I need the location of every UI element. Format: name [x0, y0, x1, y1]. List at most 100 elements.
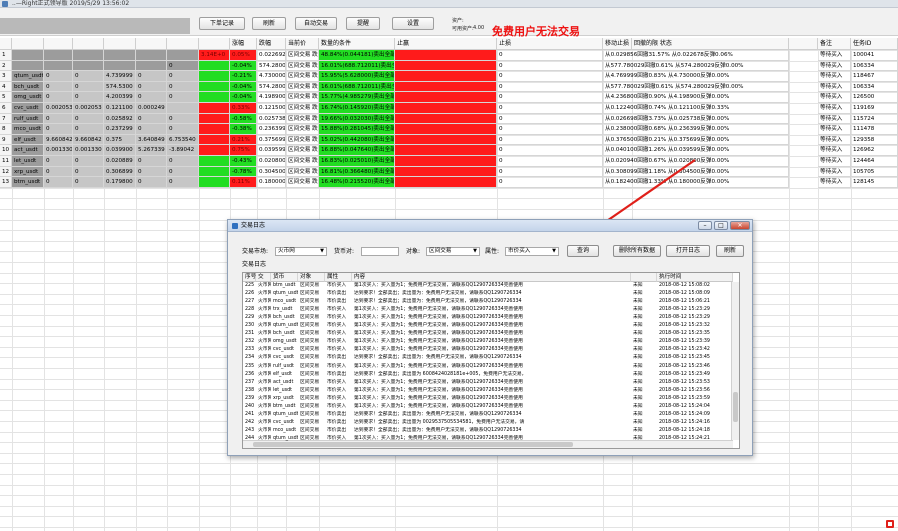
value-cell[interactable] [104, 50, 136, 61]
symbol-cell[interactable]: rulf_usdt [12, 113, 44, 125]
retrace-status-cell[interactable]: 从577.780029回撤0.61% 从574.280029反弹0.00% [603, 81, 789, 93]
column-header[interactable]: 止赢 [395, 38, 497, 50]
symbol-cell[interactable] [12, 50, 44, 61]
symbol-cell[interactable]: qtum_usdt [12, 71, 44, 82]
table-row[interactable]: 9 elf_usdt 9.660842 9.660842 0.375 3.640849 6.… [0, 134, 898, 146]
stop-loss-cell[interactable] [395, 103, 497, 114]
note-cell[interactable]: 等待买入 [818, 71, 851, 82]
log-row[interactable]: 232 火币网 omg_usdt 区间交易 市价买入 第1次买入：买入量为1；免费用户无法… [243, 338, 733, 346]
stop-loss-cell[interactable] [395, 145, 497, 156]
change-cell[interactable]: -0.21% [230, 71, 257, 82]
value-cell[interactable]: 0 [44, 113, 73, 125]
column-header[interactable] [0, 38, 12, 50]
value-cell[interactable]: 0 [44, 124, 73, 135]
value-cell[interactable] [73, 60, 104, 72]
log-column-header[interactable]: 货币 [271, 273, 298, 282]
log-row[interactable]: 238 火币网 let_usdt 区间交易 市价买入 第1次买入：买入量为1；免费用户无法… [243, 387, 733, 395]
table-row[interactable]: 10 act_usdt 0.001330 0.001330 0.039900 5.2673… [0, 145, 898, 156]
log-row[interactable]: 228 火币网 trx_usdt 区间交易 市价买入 第1次买入：买入量为1；免费用户无法… [243, 306, 733, 314]
query-button[interactable]: 查询 [567, 245, 599, 257]
rise-cell[interactable] [199, 103, 230, 114]
price-cell[interactable]: 0.022692 [257, 50, 286, 61]
value-cell[interactable]: 0 [167, 156, 199, 167]
trailing-stop-cell[interactable]: 0 [497, 60, 603, 72]
log-row[interactable]: 239 火币网 xrp_usdt 区间交易 市价买入 第1次买入：买入量为1；免费用户无法… [243, 395, 733, 403]
value-cell[interactable]: 0 [44, 166, 73, 178]
row-number[interactable]: 10 [0, 145, 12, 156]
symbol-cell[interactable]: cvc_usdt [12, 103, 44, 114]
table-row[interactable]: 7 rulf_usdt 0 0 0.025892 0 0 -0.58% 0.025738 区间交易… [0, 113, 898, 125]
stop-loss-cell[interactable] [395, 50, 497, 61]
stop-loss-cell[interactable] [395, 166, 497, 178]
column-header[interactable] [789, 38, 818, 50]
note-cell[interactable]: 等待买入 [818, 177, 851, 188]
take-profit-cell[interactable]: 15.02%(0.442080)卖出全部 [319, 134, 395, 146]
condition-cell[interactable]: 区间交易 跌0.1%买 涨0.1%卖 [286, 124, 319, 135]
condition-cell[interactable]: 区间交易 跌0.1%买 涨0.1%卖 [286, 81, 319, 93]
note-cell[interactable]: 等待买入 [818, 92, 851, 103]
retrace-status-cell[interactable]: 从4.769999回撤0.83% 从4.730000反弹0.00% [603, 71, 789, 82]
table-row[interactable]: 2 0 -0.04%574.2800区间交易 跌0.1%买 涨0.1%卖16.01%… [0, 60, 898, 72]
task-id-cell[interactable]: 124464 [851, 156, 898, 167]
value-cell[interactable]: 0 [73, 71, 104, 82]
log-row[interactable]: 234 火币网 cvc_usdt 区间交易 市价卖出 达到要求！全部卖出；卖出量为：免费用… [243, 354, 733, 362]
order-history-button[interactable]: 下单记录 [199, 17, 245, 30]
retrace-status-cell[interactable]: 从0.020940回撤0.67% 从0.020800反弹0.00% [603, 156, 789, 167]
rise-cell[interactable] [199, 60, 230, 72]
log-column-header[interactable]: 交 [256, 273, 271, 282]
value-cell[interactable]: 0 [44, 156, 73, 167]
log-row[interactable]: 227 火币网 mco_usdt 区间交易 市价卖出 达到要求！全部卖出；卖出量为：免费用… [243, 298, 733, 306]
rise-cell[interactable] [199, 134, 230, 146]
trailing-stop-cell[interactable]: 0 [497, 134, 603, 146]
symbol-cell[interactable]: btm_usdt [12, 177, 44, 188]
value-cell[interactable]: 4.739999 [104, 71, 136, 82]
column-header[interactable] [44, 38, 73, 50]
row-number[interactable]: 8 [0, 124, 12, 135]
row-number[interactable]: 12 [0, 166, 12, 178]
change-cell[interactable]: 0.21% [230, 134, 257, 146]
value-cell[interactable]: 0 [136, 71, 167, 82]
column-header[interactable] [12, 38, 44, 50]
take-profit-cell[interactable]: 48.84%(0.044181)卖出全部 [319, 50, 395, 61]
stop-loss-cell[interactable] [395, 134, 497, 146]
column-header[interactable] [136, 38, 167, 50]
price-cell[interactable]: 574.2800 [257, 60, 286, 72]
column-header[interactable]: 移动止损 [603, 38, 632, 50]
value-cell[interactable]: 0 [73, 156, 104, 167]
value-cell[interactable]: 0.002053 [73, 103, 104, 114]
reminder-button[interactable]: 提醒 [346, 17, 380, 30]
log-column-header[interactable]: 属性 [325, 273, 352, 282]
value-cell[interactable]: 0 [136, 113, 167, 125]
condition-cell[interactable]: 区间交易 跌0.1%买 涨0.1%卖 [286, 113, 319, 125]
value-cell[interactable]: 0.306899 [104, 166, 136, 178]
rise-cell[interactable] [199, 92, 230, 103]
retrace-status-cell[interactable]: 从0.122400回撤0.74% 从0.121100反弹0.33% [603, 103, 789, 114]
log-row[interactable]: 229 火币网 bch_usdt 区间交易 市价买入 第1次买入：买入量为1；免费用户无法… [243, 314, 733, 322]
note-cell[interactable]: 等待买入 [818, 60, 851, 72]
retrace-status-cell[interactable]: 从0.026698回撤3.73% 从0.025738反弹0.00% [603, 113, 789, 125]
change-cell[interactable]: -0.78% [230, 166, 257, 178]
open-log-button[interactable]: 打开日志 [666, 245, 710, 257]
value-cell[interactable]: 0.000249 [136, 103, 167, 114]
value-cell[interactable]: 0.179800 [104, 177, 136, 188]
trailing-stop-cell[interactable]: 0 [497, 166, 603, 178]
trailing-stop-cell[interactable]: 0 [497, 124, 603, 135]
retrace-status-cell[interactable]: 从577.780029回撤0.61% 从574.280029反弹0.00% [603, 60, 789, 72]
log-row[interactable]: 226 火币网 qtum_usdt 区间交易 市价卖出 达到要求！全部卖出；卖出量为：免费… [243, 290, 733, 298]
log-column-header[interactable]: 序号 [243, 273, 256, 282]
dialog-refresh-button[interactable]: 刷新 [716, 245, 744, 257]
take-profit-cell[interactable]: 19.66%(0.032030)卖出全部 [319, 113, 395, 125]
table-row[interactable]: 13 btm_usdt 0 0 0.179800 0 0 0.11% 0.180000 区间交易 … [0, 177, 898, 188]
value-cell[interactable]: 0 [136, 92, 167, 103]
task-id-cell[interactable]: 115724 [851, 113, 898, 125]
column-header[interactable]: 任务ID [851, 38, 898, 50]
task-id-cell[interactable]: 128145 [851, 177, 898, 188]
log-row[interactable]: 230 火币网 qtum_usdt 区间交易 市价买入 第1次买入：买入量为1；免费用户无… [243, 322, 733, 330]
row-number[interactable]: 2 [0, 60, 12, 72]
change-cell[interactable]: -0.43% [230, 156, 257, 167]
condition-cell[interactable]: 区间交易 跌0.1%买 涨0.1%卖 [286, 103, 319, 114]
column-header[interactable]: 跌幅 [257, 38, 286, 50]
log-row[interactable]: 225 火币网 btm_usdt 区间交易 市价买入 第1次买入：买入量为1；免费用户无法… [243, 282, 733, 290]
log-row[interactable]: 235 火币网 rulf_usdt 区间交易 市价买入 第1次买入：买入量为1；免费用户无… [243, 363, 733, 371]
value-cell[interactable]: 0.002053 [44, 103, 73, 114]
